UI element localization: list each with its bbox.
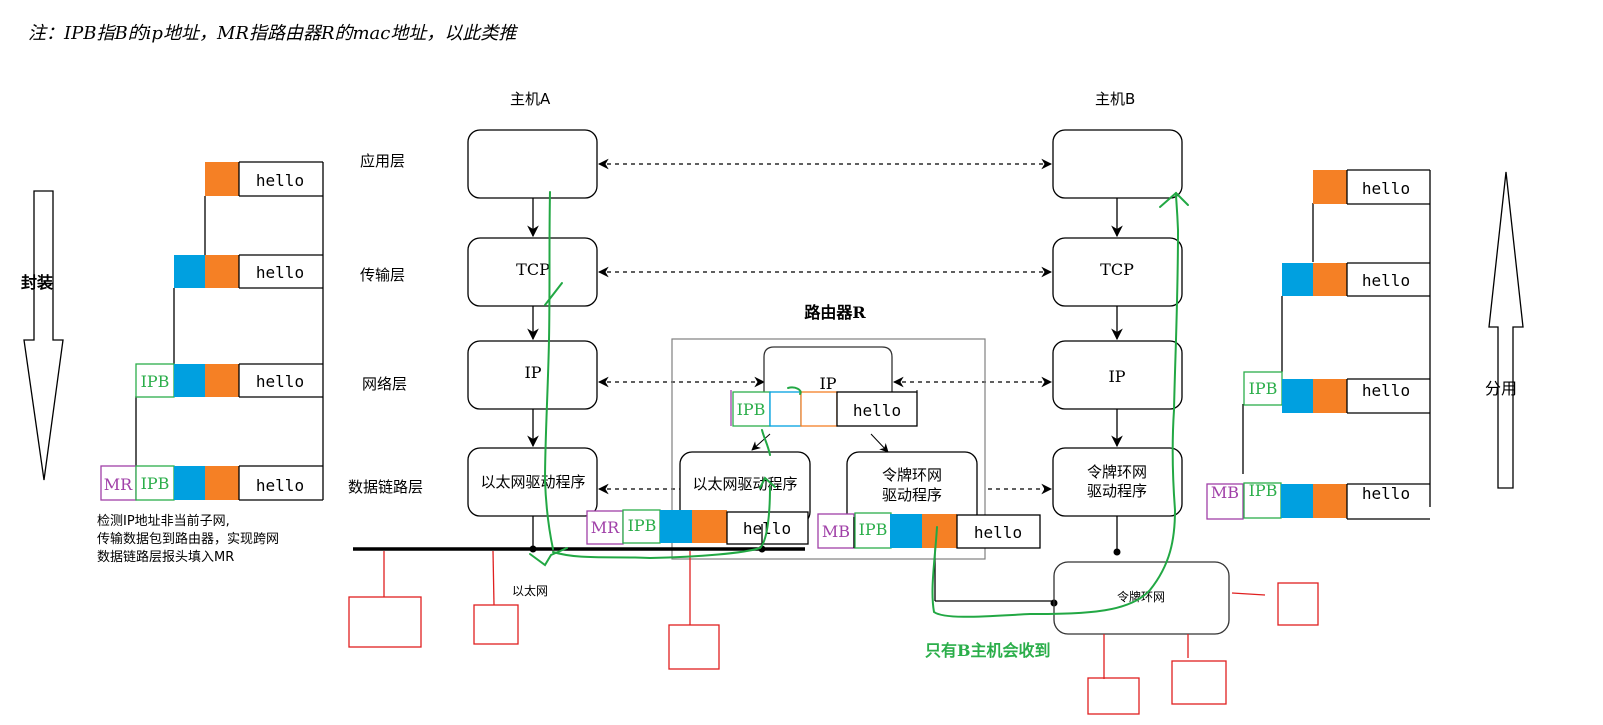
ethernet-label: 以太网 bbox=[512, 583, 548, 598]
left-stack-payload-4: hello bbox=[256, 476, 304, 495]
host-b-application-box[interactable] bbox=[1052, 129, 1183, 199]
router-ip-label: IP bbox=[819, 374, 836, 393]
left-stack-payload-1: hello bbox=[256, 171, 304, 190]
encapsulation-label: 封装 bbox=[21, 273, 53, 292]
layer-label-transport: 传输层 bbox=[360, 266, 405, 284]
left-stack-ip-3: IPB bbox=[141, 372, 170, 391]
right-stack-payload-2: hello bbox=[1362, 271, 1410, 290]
layer-label-application: 应用层 bbox=[360, 152, 405, 170]
right-encap-stack bbox=[1242, 169, 1431, 520]
right-stack-payload-4: hello bbox=[1362, 484, 1410, 503]
left-stack-ip-4: IPB bbox=[141, 474, 170, 493]
host-a-tcp-label: TCP bbox=[516, 260, 550, 279]
encapsulation-arrow-icon bbox=[23, 190, 64, 481]
host-b-token-driver-label-1: 令牌环网 bbox=[1087, 463, 1147, 481]
router-token-driver-label-1: 令牌环网 bbox=[882, 466, 942, 484]
left-stack-mac-4: MR bbox=[104, 475, 133, 494]
left-stack-payload-3: hello bbox=[256, 372, 304, 391]
left-caption-line-3: 数据链路层报头填入MR bbox=[97, 549, 234, 565]
host-a-application-box[interactable] bbox=[467, 129, 598, 199]
router-packet-payload: hello bbox=[853, 401, 901, 420]
router-title: 路由器R bbox=[804, 303, 866, 322]
token-frame-mac: MB bbox=[822, 522, 850, 541]
right-stack-ip-4: IPB bbox=[1249, 481, 1278, 500]
right-stack-mac-4: MB bbox=[1211, 483, 1239, 502]
ethernet-frame-ip: IPB bbox=[628, 516, 657, 535]
demultiplexing-label: 分用 bbox=[1485, 379, 1517, 398]
network-diagram: 注：IPB指B的ip地址，MR指路由器R的mac地址，以此类推 封装 分用 应用… bbox=[21, 23, 1524, 715]
left-caption-line-2: 传输数据包到路由器，实现跨网 bbox=[97, 531, 279, 547]
token-frame-ip: IPB bbox=[859, 520, 888, 539]
host-b-token-driver-label-2: 驱动程序 bbox=[1087, 482, 1147, 500]
ethernet-host-2[interactable] bbox=[473, 604, 519, 645]
host-a-title: 主机A bbox=[510, 90, 551, 108]
ethernet-frame-mac: MR bbox=[591, 518, 620, 537]
host-a-ethernet-driver-label: 以太网驱动程序 bbox=[480, 473, 585, 491]
left-caption-line-1: 检测IP地址非当前子网, bbox=[97, 513, 230, 529]
token-frame-payload: hello bbox=[974, 523, 1022, 542]
peer-arrows bbox=[597, 158, 1053, 495]
ethernet-host-3[interactable] bbox=[668, 624, 720, 670]
router-ethernet-driver-label: 以太网驱动程序 bbox=[692, 475, 797, 493]
token-ring-host-2[interactable] bbox=[1087, 677, 1140, 715]
right-stack-ip-3: IPB bbox=[1249, 379, 1278, 398]
token-ring-host-3[interactable] bbox=[1171, 660, 1227, 705]
host-b-ip-label: IP bbox=[1108, 367, 1125, 386]
left-stack-row-1 bbox=[205, 162, 240, 196]
ethernet-host-1[interactable] bbox=[348, 596, 422, 648]
note-text: 注：IPB指B的ip地址，MR指路由器R的mac地址，以此类推 bbox=[28, 23, 518, 44]
left-stack-row-2 bbox=[174, 255, 240, 288]
demultiplexing-arrow-icon bbox=[1488, 171, 1524, 489]
host-b-tcp-label: TCP bbox=[1100, 260, 1134, 279]
layer-label-network: 网络层 bbox=[362, 375, 407, 393]
router-token-driver-label-2: 驱动程序 bbox=[882, 486, 942, 504]
right-stack-payload-3: hello bbox=[1362, 381, 1410, 400]
right-stack-row-1 bbox=[1313, 170, 1348, 204]
host-a-ip-label: IP bbox=[524, 363, 541, 382]
left-stack-payload-2: hello bbox=[256, 263, 304, 282]
right-stack-payload-1: hello bbox=[1362, 179, 1410, 198]
host-b-title: 主机B bbox=[1095, 90, 1135, 108]
layer-label-datalink: 数据链路层 bbox=[348, 478, 423, 496]
ethernet-hosts bbox=[348, 550, 720, 670]
right-stack-row-2 bbox=[1282, 263, 1348, 296]
receive-note: 只有B主机会收到 bbox=[925, 641, 1051, 660]
token-ring-host-1[interactable] bbox=[1277, 582, 1319, 626]
left-encap-stack bbox=[135, 161, 324, 501]
router-packet-ip: IPB bbox=[737, 400, 766, 419]
